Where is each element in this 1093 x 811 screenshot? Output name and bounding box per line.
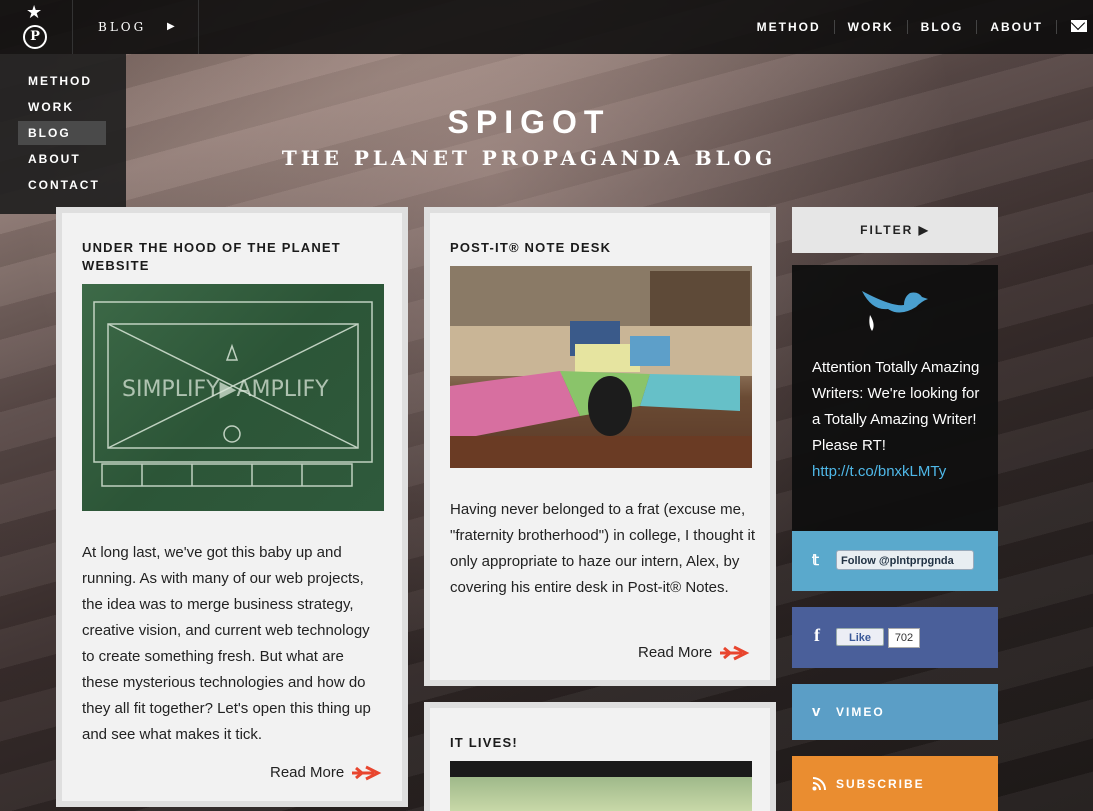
subscribe-label: SUBSCRIBE (836, 777, 925, 791)
vimeo-label: VIMEO (836, 705, 885, 719)
topnav-method[interactable]: METHOD (744, 20, 835, 34)
post-excerpt: Having never belonged to a frat (excuse … (450, 501, 755, 596)
tweet-link[interactable]: http://t.co/bnxkLMTy (812, 463, 946, 480)
read-more-link[interactable]: Read More (638, 644, 752, 661)
facebook-like-button[interactable]: Like (836, 628, 884, 646)
twitter-follow-button[interactable]: Follow @plntprpgnda (836, 550, 974, 570)
post-image-chalkboard[interactable]: SIMPLIFY▶AMPLIFY (82, 284, 384, 511)
post-title[interactable]: UNDER THE HOOD OF THE PLANET WEBSITE (82, 239, 372, 275)
play-arrow-icon: ▶ (918, 223, 930, 237)
post-card: IT LIVES! (424, 702, 776, 811)
play-arrow-icon: ▶ (167, 21, 178, 32)
post-card: POST-IT® NOTE DESK Having never belonged… (424, 207, 776, 686)
topnav-work[interactable]: WORK (835, 20, 908, 34)
tweet-text: Attention Totally Amazing Writers: We're… (812, 355, 982, 485)
star-icon: ★ (26, 2, 43, 22)
svg-text:SIMPLIFY▶AMPLIFY: SIMPLIFY▶AMPLIFY (122, 377, 329, 402)
subscribe-link[interactable]: SUBSCRIBE (792, 756, 998, 811)
blog-title: SPIGOT (447, 104, 611, 140)
sidenav-method[interactable]: METHOD (18, 69, 106, 93)
post-title[interactable]: POST-IT® NOTE DESK (450, 239, 750, 257)
desk-photo (450, 266, 752, 468)
blog-subtitle: THE PLANET PROPAGANDA BLOG (281, 146, 777, 170)
site-logo[interactable]: ★ P (0, 0, 73, 54)
sidenav-contact[interactable]: CONTACT (18, 173, 106, 197)
top-bar: ★ P BLOG ▶ METHOD WORK BLOG ABOUT (0, 0, 1093, 54)
section-crumb-label: BLOG (98, 20, 147, 34)
twitter-follow-label: Follow @plntprpgnda (841, 555, 954, 567)
top-nav: METHOD WORK BLOG ABOUT (744, 0, 1093, 54)
read-more-label: Read More (638, 644, 713, 661)
topnav-blog[interactable]: BLOG (908, 20, 978, 34)
planet-logo-icon: P (23, 25, 47, 49)
filter-button[interactable]: FILTER ▶ (792, 207, 998, 253)
post-title[interactable]: IT LIVES! (450, 734, 750, 752)
chalkboard-sketch: SIMPLIFY▶AMPLIFY (93, 301, 373, 487)
arrow-icon (720, 645, 750, 661)
tweet-panel: Attention Totally Amazing Writers: We're… (792, 265, 998, 531)
facebook-like-label: Like (848, 632, 871, 644)
mail-button[interactable] (1057, 19, 1093, 35)
facebook-panel: f Like 702 (792, 607, 998, 668)
read-more-label: Read More (270, 764, 345, 781)
tweet-body: Attention Totally Amazing Writers: We're… (812, 359, 980, 454)
facebook-like-count: 702 (888, 628, 920, 648)
bird-icon (862, 291, 928, 331)
mail-icon (1071, 20, 1087, 32)
post-excerpt: At long last, we've got this baby up and… (82, 544, 371, 743)
read-more-link[interactable]: Read More (270, 764, 384, 781)
rss-icon (812, 777, 826, 791)
topnav-about[interactable]: ABOUT (977, 20, 1057, 34)
arrow-icon (352, 765, 382, 781)
twitter-icon: 𝕥 (812, 552, 821, 569)
post-card: UNDER THE HOOD OF THE PLANET WEBSITE SIM… (56, 207, 408, 807)
post-image-desk[interactable] (450, 266, 752, 468)
filter-label: FILTER (860, 223, 914, 237)
vimeo-icon: v (812, 703, 823, 720)
vimeo-link[interactable]: v VIMEO (792, 684, 998, 740)
post-image-website[interactable] (450, 761, 752, 811)
section-crumb[interactable]: BLOG ▶ (73, 0, 199, 54)
twitter-panel: 𝕥 Follow @plntprpgnda (792, 531, 998, 591)
facebook-icon: f (814, 625, 822, 645)
